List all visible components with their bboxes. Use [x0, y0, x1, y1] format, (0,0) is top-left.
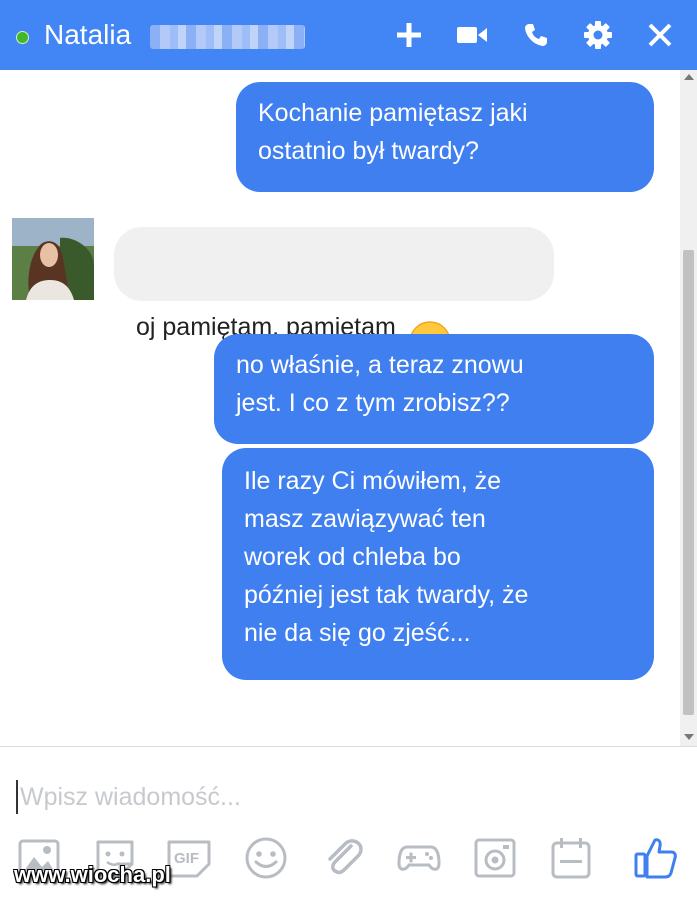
scroll-up-arrow-icon[interactable] [684, 74, 694, 80]
message-input[interactable]: Wpisz wiadomość... [20, 783, 241, 812]
game-icon[interactable] [396, 835, 442, 881]
attachment-icon[interactable] [320, 835, 366, 881]
close-icon[interactable] [643, 18, 677, 52]
blurred-surname [150, 25, 305, 49]
phone-icon[interactable] [519, 18, 553, 52]
svg-text:GIF: GIF [174, 850, 199, 867]
contact-name[interactable]: Natalia [44, 18, 131, 52]
video-call-icon[interactable] [455, 18, 489, 52]
scroll-thumb[interactable] [683, 250, 694, 715]
message-thread: Kochanie pamiętasz jaki ostatnio był twa… [0, 70, 680, 746]
chat-scrollbar[interactable] [680, 70, 697, 746]
calendar-icon[interactable] [548, 835, 594, 881]
message-bubble-outgoing: Ile razy Ci mówiłem, że masz zawiązywać … [222, 448, 654, 680]
emoji-icon[interactable] [243, 835, 289, 881]
message-bubble-outgoing: no właśnie, a teraz znowu jest. I co z t… [214, 334, 654, 444]
message-bubble-incoming: oj pamiętam, pamiętam [114, 227, 554, 363]
avatar[interactable] [12, 218, 94, 300]
like-icon[interactable] [633, 835, 679, 881]
camera-icon[interactable] [472, 835, 518, 881]
online-status-indicator [16, 31, 29, 44]
gif-icon[interactable]: GIF [166, 835, 212, 881]
message-bubble-outgoing: Kochanie pamiętasz jaki ostatnio był twa… [236, 82, 654, 192]
scroll-down-arrow-icon[interactable] [684, 734, 694, 740]
text-caret [16, 780, 18, 814]
gear-icon[interactable] [581, 18, 615, 52]
chat-header: Natalia [0, 0, 697, 70]
watermark: www.wiocha.pl [14, 862, 171, 887]
add-icon[interactable] [392, 18, 426, 52]
